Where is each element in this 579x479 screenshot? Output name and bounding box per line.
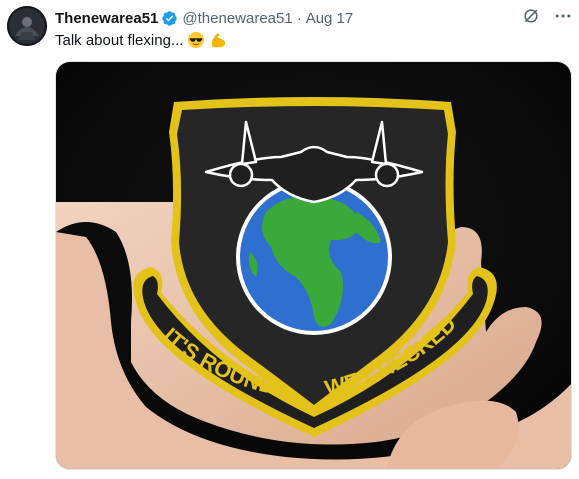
display-name[interactable]: Thenewarea51	[55, 10, 158, 27]
separator-dot: ·	[296, 9, 302, 27]
tweet-text-content: Talk about flexing...	[55, 31, 184, 49]
avatar[interactable]	[7, 6, 47, 46]
verified-badge-icon	[161, 10, 178, 27]
flexed-biceps-icon	[209, 31, 227, 49]
tweet-header: Thenewarea51 @thenewarea51 · Aug 17	[55, 8, 569, 28]
tweet-text: Talk about flexing...	[55, 31, 227, 49]
tweet[interactable]: Thenewarea51 @thenewarea51 · Aug 17 Talk…	[0, 0, 579, 479]
handle[interactable]: @thenewarea51	[182, 10, 292, 27]
header-actions	[521, 6, 573, 26]
grok-icon[interactable]	[521, 6, 541, 26]
tweet-photo[interactable]: IT'S ROUND WE CHECKED	[55, 61, 572, 470]
timestamp[interactable]: Aug 17	[306, 10, 354, 27]
more-icon[interactable]	[553, 6, 573, 26]
smiling-face-with-sunglasses-icon	[187, 31, 205, 49]
